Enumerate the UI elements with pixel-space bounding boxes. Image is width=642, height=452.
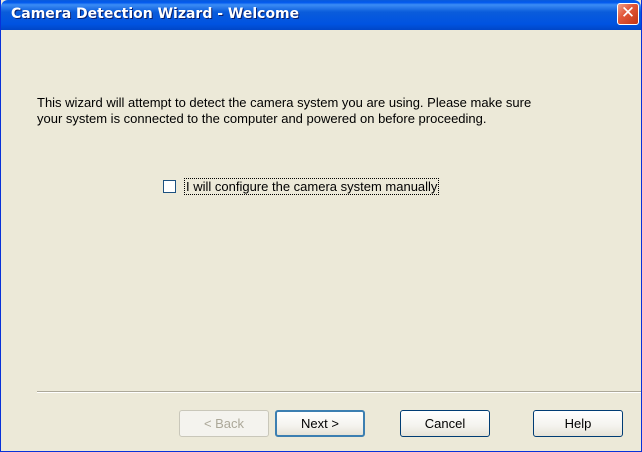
manual-config-label[interactable]: I will configure the camera system manua…: [184, 178, 440, 195]
manual-config-option[interactable]: I will configure the camera system manua…: [163, 178, 440, 195]
manual-config-checkbox[interactable]: [163, 180, 176, 193]
description-line-2: your system is connected to the computer…: [37, 111, 487, 126]
cancel-button[interactable]: Cancel: [400, 410, 490, 437]
back-button[interactable]: < Back: [179, 410, 269, 437]
close-icon: ✕: [620, 3, 636, 23]
description-line-1: This wizard will attempt to detect the c…: [37, 95, 532, 110]
help-button[interactable]: Help: [533, 410, 623, 437]
next-button[interactable]: Next >: [275, 410, 365, 437]
wizard-description: This wizard will attempt to detect the c…: [37, 95, 617, 127]
title-bar[interactable]: Camera Detection Wizard - Welcome ✕: [1, 0, 641, 30]
wizard-window: Camera Detection Wizard - Welcome ✕ This…: [0, 0, 642, 452]
close-button[interactable]: ✕: [617, 3, 639, 25]
window-title: Camera Detection Wizard - Welcome: [11, 6, 300, 22]
button-separator-highlight: [37, 392, 641, 393]
